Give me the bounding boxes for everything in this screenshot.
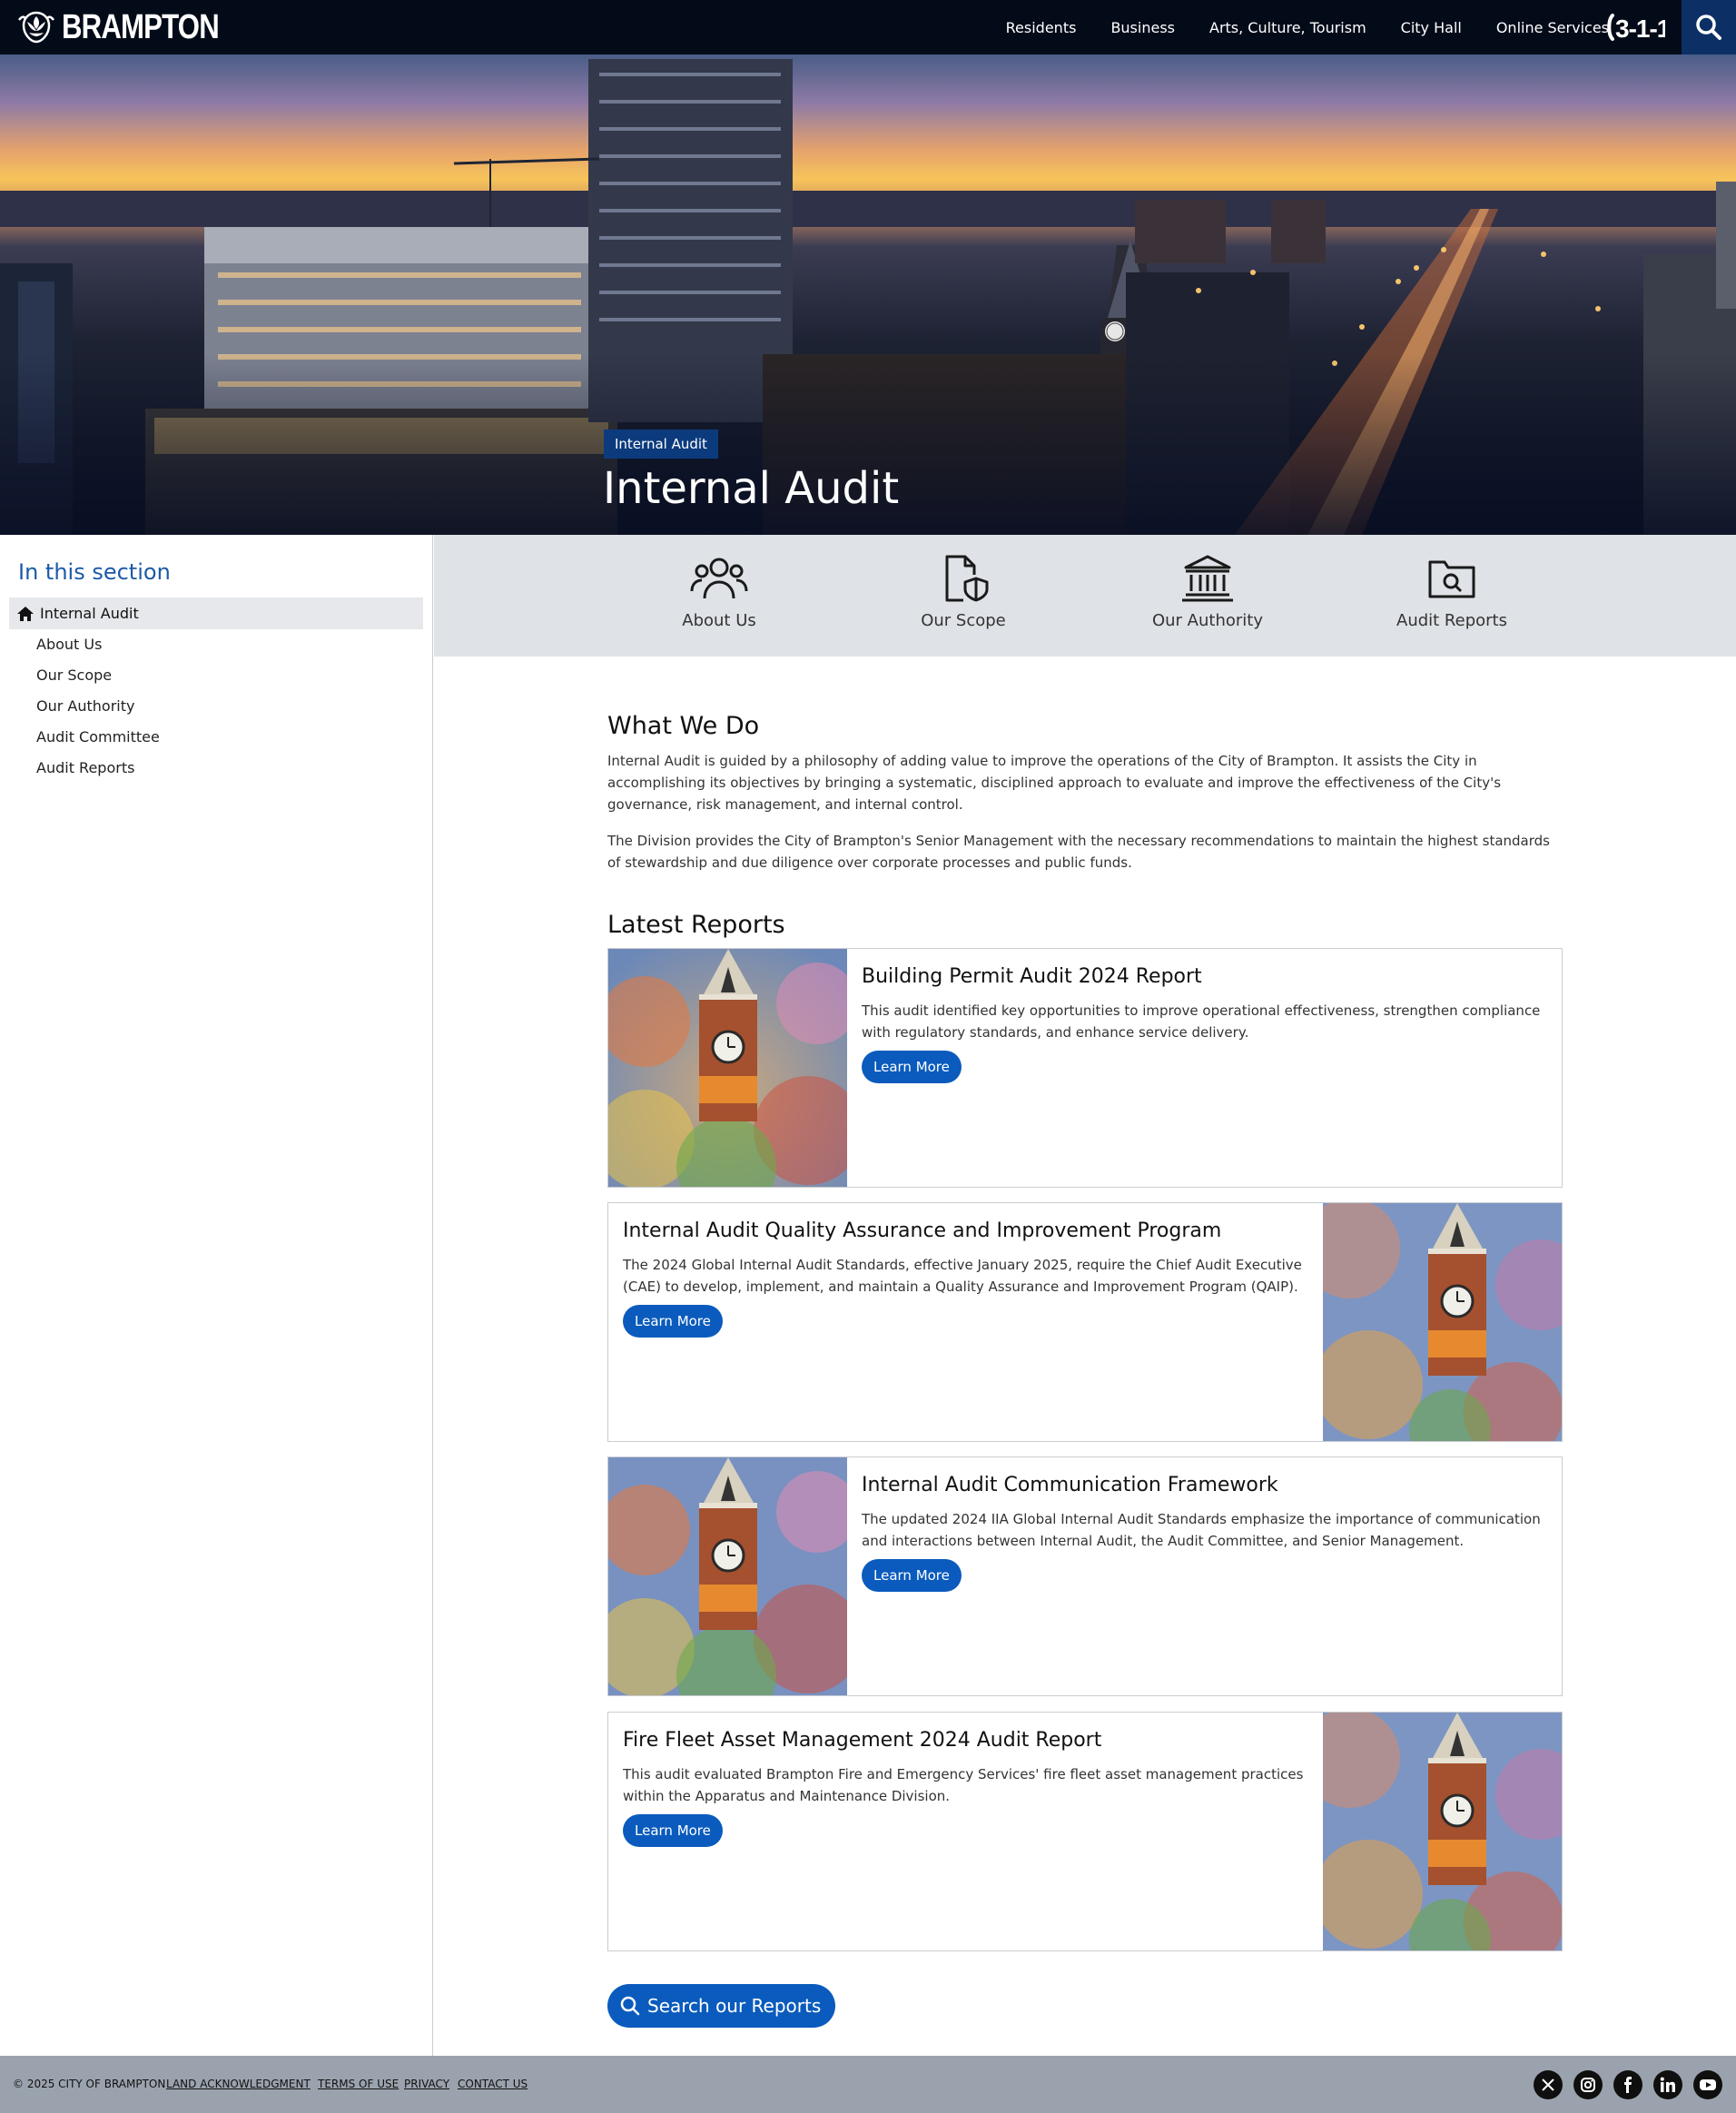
youtube-icon[interactable] <box>1693 2070 1722 2099</box>
sidebar-item-audit-committee[interactable]: Audit Committee <box>36 728 160 745</box>
quick-link-label: About Us <box>682 611 756 630</box>
quick-link-our-scope[interactable]: Our Scope <box>873 553 1054 630</box>
footer-link-contact-us[interactable]: CONTACT US <box>458 2078 528 2090</box>
report-card-image <box>1323 1713 1562 1950</box>
sidebar-item-our-authority[interactable]: Our Authority <box>36 697 134 715</box>
phone-311-icon: 3-1-1 <box>1607 14 1665 43</box>
quick-link-audit-reports[interactable]: Audit Reports <box>1361 553 1543 630</box>
report-card-title[interactable]: Internal Audit Quality Assurance and Imp… <box>623 1219 1221 1242</box>
learn-more-button[interactable]: Learn More <box>862 1051 962 1083</box>
report-card-image <box>1323 1203 1562 1441</box>
quick-links-band: About Us Our Scope Our Authority Audit R… <box>434 535 1736 657</box>
main-menu: Residents Business Arts, Culture, Touris… <box>972 0 1609 54</box>
search-reports-label: Search our Reports <box>647 1995 822 2017</box>
learn-more-button[interactable]: Learn More <box>623 1305 723 1338</box>
page-title: Internal Audit <box>603 463 900 514</box>
brampton-logo[interactable]: BRAMPTON <box>16 8 253 46</box>
government-building-icon <box>1182 555 1233 602</box>
report-card-description: This audit evaluated Brampton Fire and E… <box>623 1766 1304 1804</box>
facebook-icon[interactable] <box>1613 2070 1642 2099</box>
people-icon <box>690 558 748 599</box>
report-card-building-permit: Building Permit Audit 2024 Report This a… <box>607 948 1563 1188</box>
sidebar-item-label: Internal Audit <box>40 605 139 622</box>
home-icon <box>17 606 34 621</box>
phone-311-link[interactable]: 3-1-1 <box>1605 9 1665 45</box>
learn-more-button[interactable]: Learn More <box>862 1559 962 1592</box>
x-icon[interactable] <box>1534 2070 1563 2099</box>
nav-city-hall[interactable]: City Hall <box>1401 19 1462 36</box>
breadcrumb-badge[interactable]: Internal Audit <box>604 430 718 459</box>
phone-311-text: 3-1-1 <box>1615 15 1665 43</box>
search-icon <box>620 1996 640 2016</box>
folder-search-icon <box>1428 560 1475 598</box>
learn-more-button[interactable]: Learn More <box>623 1814 723 1847</box>
search-icon <box>1696 15 1721 40</box>
what-we-do-paragraph-2: The Division provides the City of Brampt… <box>607 833 1550 871</box>
sidebar-item-our-scope[interactable]: Our Scope <box>36 666 112 684</box>
quick-link-label: Our Authority <box>1151 611 1263 630</box>
report-card-communication-framework: Internal Audit Communication Framework T… <box>607 1456 1563 1696</box>
sidebar-item-internal-audit[interactable]: Internal Audit <box>9 597 423 629</box>
sidebar-heading: In this section <box>18 559 171 585</box>
nav-residents[interactable]: Residents <box>1006 19 1077 36</box>
search-reports-button[interactable]: Search our Reports <box>607 1984 836 2028</box>
flower-logo-icon <box>18 11 54 44</box>
nav-arts-culture-tourism[interactable]: Arts, Culture, Tourism <box>1209 19 1366 36</box>
quick-link-about-us[interactable]: About Us <box>628 553 810 630</box>
copyright-text: © 2025 CITY OF BRAMPTON <box>13 2078 166 2090</box>
what-we-do-heading: What We Do <box>607 712 760 740</box>
report-card-fire-fleet: Fire Fleet Asset Management 2024 Audit R… <box>607 1712 1563 1951</box>
search-button[interactable] <box>1682 0 1736 54</box>
quick-link-label: Audit Reports <box>1396 611 1507 630</box>
hero-banner: Internal Audit Internal Audit <box>0 54 1736 535</box>
instagram-icon[interactable] <box>1573 2070 1603 2099</box>
footer-link-land-acknowledgment[interactable]: LAND ACKNOWLEDGMENT <box>166 2078 311 2090</box>
top-navigation: BRAMPTON Residents Business Arts, Cultur… <box>0 0 1736 54</box>
site-footer: © 2025 CITY OF BRAMPTON LAND ACKNOWLEDGM… <box>0 2056 1736 2113</box>
logo-wordmark: BRAMPTON <box>62 8 220 46</box>
report-card-title[interactable]: Fire Fleet Asset Management 2024 Audit R… <box>623 1729 1101 1752</box>
document-shield-icon <box>945 555 989 602</box>
report-card-description: The 2024 Global Internal Audit Standards… <box>623 1257 1302 1295</box>
sidebar-item-audit-reports[interactable]: Audit Reports <box>36 759 134 776</box>
nav-business[interactable]: Business <box>1110 19 1175 36</box>
report-card-description: This audit identified key opportunities … <box>862 1002 1541 1041</box>
report-card-description: The updated 2024 IIA Global Internal Aud… <box>862 1511 1541 1549</box>
linkedin-icon[interactable] <box>1653 2070 1682 2099</box>
sidebar-item-about-us[interactable]: About Us <box>36 636 102 653</box>
latest-reports-heading: Latest Reports <box>607 911 785 939</box>
report-card-image <box>608 949 847 1187</box>
section-sidebar: In this section Internal Audit About Us … <box>0 535 433 2056</box>
report-card-title[interactable]: Internal Audit Communication Framework <box>862 1474 1278 1496</box>
report-card-qaip: Internal Audit Quality Assurance and Imp… <box>607 1202 1563 1442</box>
nav-online-services[interactable]: Online Services <box>1496 19 1609 36</box>
report-card-title[interactable]: Building Permit Audit 2024 Report <box>862 965 1202 988</box>
quick-link-our-authority[interactable]: Our Authority <box>1117 553 1298 630</box>
quick-link-label: Our Scope <box>921 611 1006 630</box>
report-card-image <box>608 1457 847 1695</box>
footer-link-terms-of-use[interactable]: TERMS OF USE <box>318 2078 399 2090</box>
what-we-do-paragraph-1: Internal Audit is guided by a philosophy… <box>607 753 1502 813</box>
footer-link-privacy[interactable]: PRIVACY <box>404 2078 449 2090</box>
